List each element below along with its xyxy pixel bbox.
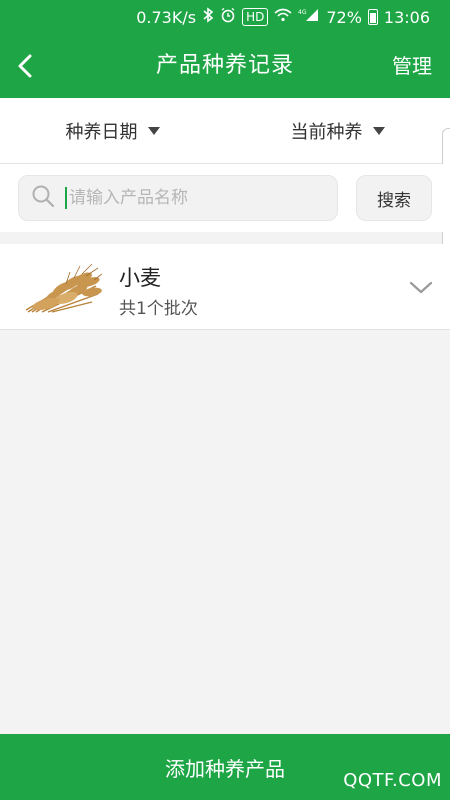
list-item[interactable]: 小麦 共1个批次 [0,244,450,330]
battery-icon [367,9,378,25]
battery-percent: 72% [326,7,362,27]
filter-current-label: 当前种养 [290,121,363,143]
wheat-image [25,263,102,313]
clock: 13:06 [383,7,430,27]
status-bar: 0.73K/s HD 4G 72% 13:06 [0,0,450,34]
manage-button[interactable]: 管理 [392,34,432,98]
caret-down-icon [147,126,160,135]
filter-current-dropdown[interactable]: 当前种养 [225,98,450,163]
wifi-icon [274,8,292,26]
chevron-left-icon [18,54,32,78]
filter-date-dropdown[interactable]: 种养日期 [0,98,225,163]
hd-badge: HD [242,8,269,26]
product-list: 小麦 共1个批次 [0,244,450,330]
search-icon [31,184,55,212]
signal-label: 4G [298,9,307,16]
alarm-icon [220,7,236,27]
chevron-down-icon[interactable] [408,274,434,300]
search-button[interactable]: 搜索 [356,175,432,221]
cell-signal-icon: 4G [298,8,320,26]
network-speed: 0.73K/s [136,7,197,27]
back-button[interactable] [8,48,44,84]
filter-date-label: 种养日期 [65,121,138,143]
search-bar: 搜索 [0,164,450,232]
bluetooth-icon [202,7,214,27]
watermark: QQTF.COM [343,770,442,791]
caret-down-icon [372,126,385,135]
item-batch-count: 共1个批次 [119,299,198,319]
search-box [18,175,338,221]
page-title: 产品种养记录 [155,53,294,78]
app-header: 产品种养记录 管理 [0,34,450,98]
filter-bar: 种养日期 当前种养 [0,98,450,164]
search-input[interactable] [65,187,305,209]
item-name: 小麦 [119,266,161,290]
